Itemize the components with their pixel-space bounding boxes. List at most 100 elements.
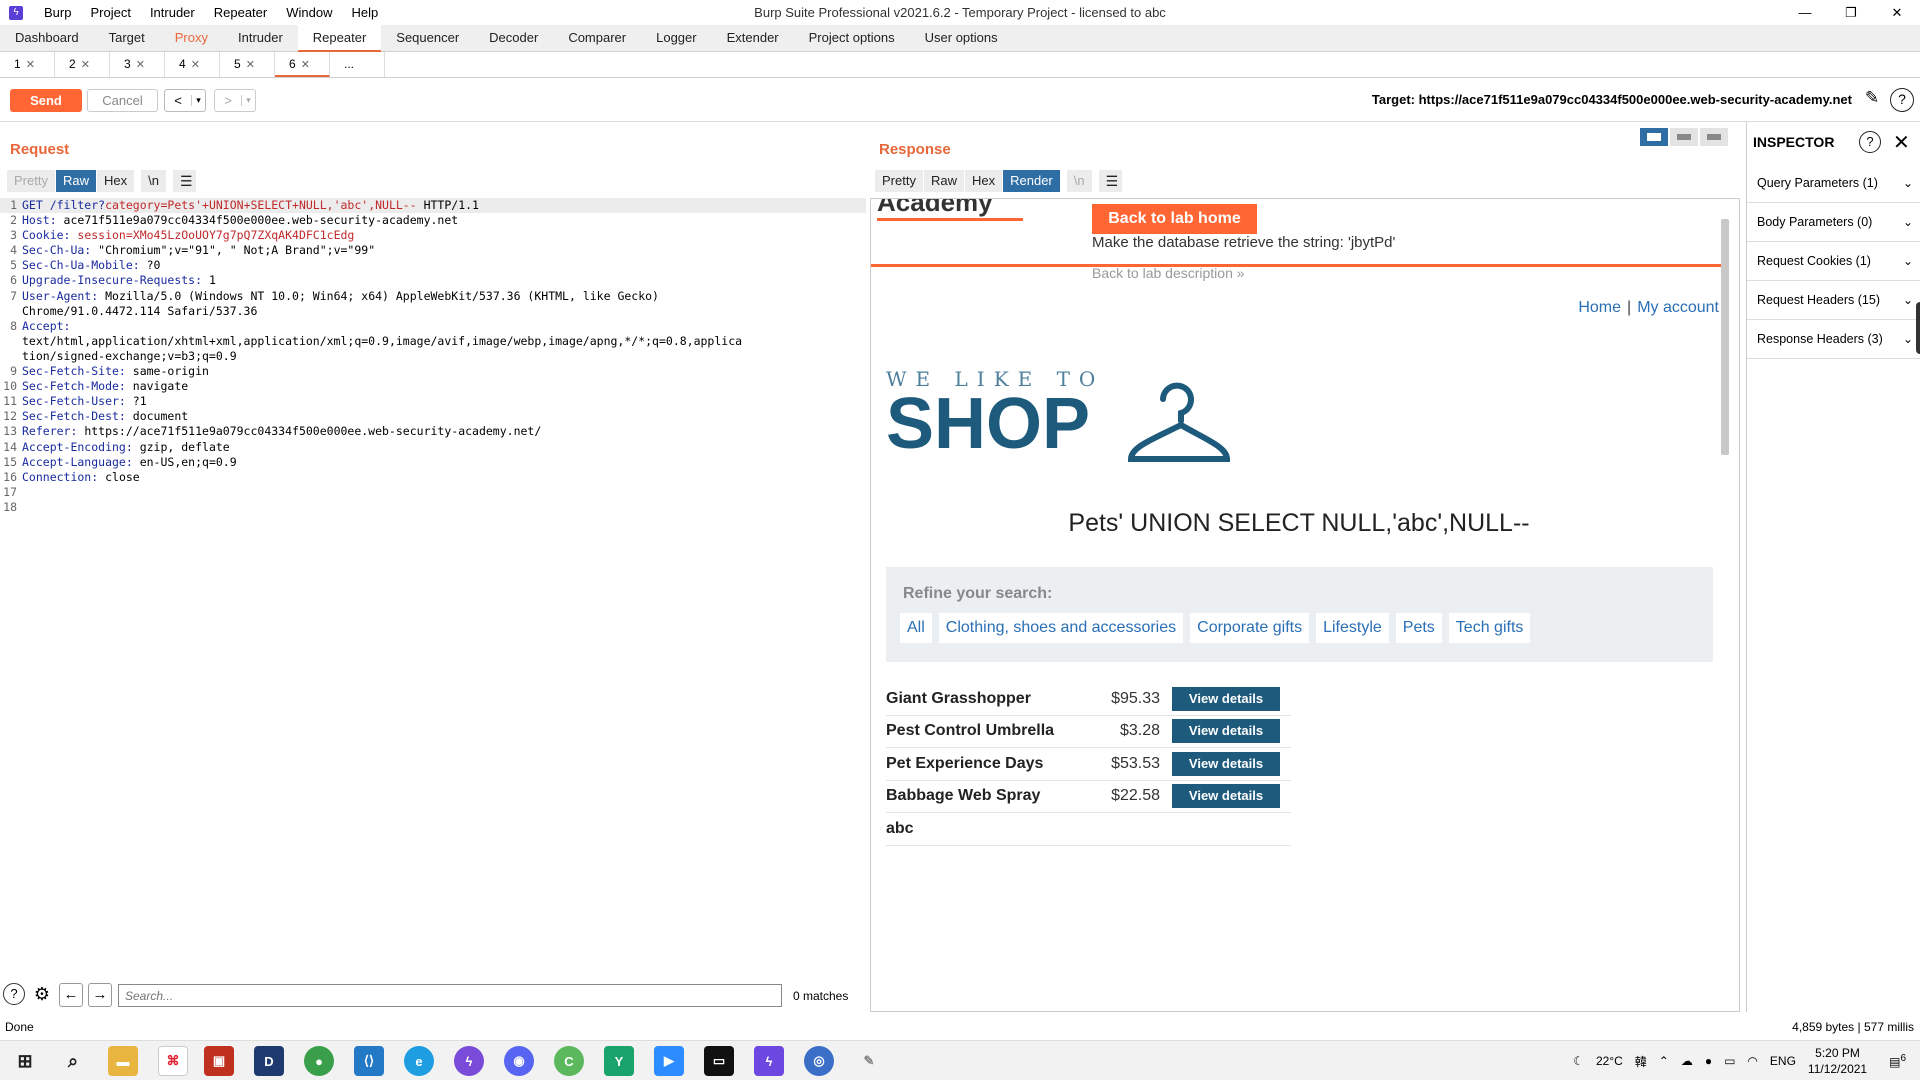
new-tab-button[interactable]: ... <box>330 52 385 77</box>
render-scrollbar[interactable] <box>1721 219 1729 455</box>
repeater-tab-5[interactable]: 5 ✕ <box>220 52 275 77</box>
view-details-button[interactable]: View details <box>1172 751 1280 776</box>
filter-clothing[interactable]: Clothing, shoes and accessories <box>938 613 1184 643</box>
inspector-request-headers[interactable]: Request Headers (15) ⌄ <box>1747 281 1920 320</box>
filter-tech-gifts[interactable]: Tech gifts <box>1448 613 1531 643</box>
help-icon[interactable]: ? <box>3 983 25 1005</box>
code-line[interactable]: Chrome/91.0.4472.114 Safari/537.36 <box>0 304 866 319</box>
layout-stacked-icon[interactable] <box>1670 128 1698 146</box>
hamburger-menu-icon[interactable]: ☰ <box>1098 170 1123 192</box>
close-tab-icon[interactable]: ✕ <box>301 59 310 71</box>
code-line[interactable]: 8 Accept: <box>0 319 866 334</box>
messenger-icon[interactable]: ϟ <box>454 1046 484 1076</box>
my-account-link[interactable]: My account <box>1637 299 1719 316</box>
code-line[interactable]: 1 GET /filter?category=Pets'+UNION+SELECT… <box>0 198 866 214</box>
code-line[interactable]: 7 User-Agent: Mozilla/5.0 (Windows NT 10.… <box>0 289 866 304</box>
app-icon[interactable]: Y <box>604 1046 634 1076</box>
app-icon[interactable]: ⌘ <box>158 1046 188 1076</box>
inspector-scrollbar[interactable] <box>1916 302 1920 354</box>
app-icon[interactable]: C <box>554 1046 584 1076</box>
response-tab-raw[interactable]: Raw <box>923 170 965 192</box>
back-to-lab-description-link[interactable]: Back to lab description » <box>1092 265 1245 281</box>
view-details-button[interactable]: View details <box>1172 719 1280 744</box>
tab-user-options[interactable]: User options <box>910 25 1013 51</box>
code-line[interactable]: 16 Connection: close <box>0 470 866 485</box>
pencil-icon[interactable]: ✎ <box>1860 88 1884 112</box>
request-tab-pretty[interactable]: Pretty <box>7 170 56 192</box>
filter-pets[interactable]: Pets <box>1395 613 1442 643</box>
code-line[interactable]: 2 Host: ace71f511e9a079cc04334f500e000ee.… <box>0 213 866 228</box>
tab-comparer[interactable]: Comparer <box>553 25 641 51</box>
chrome-icon[interactable]: ● <box>304 1046 334 1076</box>
vscode-icon[interactable]: ⟨⟩ <box>354 1046 384 1076</box>
help-icon[interactable]: ? <box>1859 131 1881 153</box>
notification-icon[interactable]: ▤6 <box>1889 1053 1906 1069</box>
tab-decoder[interactable]: Decoder <box>474 25 553 51</box>
menu-project[interactable]: Project <box>81 0 140 25</box>
code-line[interactable]: 9 Sec-Fetch-Site: same-origin <box>0 364 866 379</box>
edge-icon[interactable]: e <box>404 1046 434 1076</box>
tab-intruder[interactable]: Intruder <box>223 25 298 51</box>
chevron-down-icon[interactable]: ▾ <box>241 95 255 106</box>
inspector-body-parameters[interactable]: Body Parameters (0) ⌄ <box>1747 203 1920 242</box>
tab-sequencer[interactable]: Sequencer <box>381 25 474 51</box>
code-line[interactable]: text/html,application/xhtml+xml,applicat… <box>0 334 866 349</box>
clock[interactable]: 5:20 PM 11/12/2021 <box>1808 1045 1867 1077</box>
microphone-icon[interactable]: ● <box>1705 1054 1712 1068</box>
filter-lifestyle[interactable]: Lifestyle <box>1316 613 1389 643</box>
response-tab-render[interactable]: Render <box>1003 170 1061 192</box>
menu-window[interactable]: Window <box>277 0 342 25</box>
send-button[interactable]: Send <box>10 89 82 112</box>
close-window-icon[interactable]: ✕ <box>1874 0 1920 25</box>
close-icon[interactable]: ✕ <box>1893 130 1910 155</box>
tab-dashboard[interactable]: Dashboard <box>0 25 94 51</box>
terminal-icon[interactable]: ▭ <box>704 1046 734 1076</box>
code-line[interactable]: 11 Sec-Fetch-User: ?1 <box>0 394 866 409</box>
layout-side-by-side-icon[interactable] <box>1640 128 1668 146</box>
home-link[interactable]: Home <box>1578 299 1621 316</box>
inspector-query-parameters[interactable]: Query Parameters (1) ⌄ <box>1747 164 1920 203</box>
ime-indicator[interactable]: 韓 <box>1635 1053 1647 1070</box>
request-tab-hex[interactable]: Hex <box>96 170 136 192</box>
arrow-left-icon[interactable]: ← <box>59 983 83 1007</box>
chevron-down-icon[interactable]: ▾ <box>191 95 205 106</box>
tab-project-options[interactable]: Project options <box>794 25 910 51</box>
menu-help[interactable]: Help <box>342 0 388 25</box>
paint-icon[interactable]: ✎ <box>854 1046 884 1076</box>
request-tab-newline[interactable]: \n <box>141 170 167 192</box>
repeater-tab-4[interactable]: 4 ✕ <box>165 52 220 77</box>
app-icon[interactable]: ▣ <box>204 1046 234 1076</box>
code-line[interactable]: 14 Accept-Encoding: gzip, deflate <box>0 440 866 455</box>
code-line[interactable]: 5 Sec-Ch-Ua-Mobile: ?0 <box>0 258 866 273</box>
hamburger-menu-icon[interactable]: ☰ <box>172 170 197 192</box>
display-icon[interactable]: ▭ <box>1724 1054 1735 1068</box>
request-tab-raw[interactable]: Raw <box>55 170 97 192</box>
inspector-request-cookies[interactable]: Request Cookies (1) ⌄ <box>1747 242 1920 281</box>
response-tab-pretty[interactable]: Pretty <box>875 170 924 192</box>
chrome-icon[interactable]: ◎ <box>804 1046 834 1076</box>
arrow-right-icon[interactable]: → <box>88 983 112 1007</box>
help-icon[interactable]: ? <box>1890 88 1914 112</box>
close-tab-icon[interactable]: ✕ <box>246 59 255 71</box>
layout-tabs-icon[interactable] <box>1700 128 1728 146</box>
inspector-response-headers[interactable]: Response Headers (3) ⌄ <box>1747 320 1920 359</box>
history-back-button[interactable]: < ▾ <box>164 89 206 112</box>
code-line[interactable]: 10 Sec-Fetch-Mode: navigate <box>0 379 866 394</box>
search-input[interactable] <box>118 984 782 1007</box>
minimize-icon[interactable]: — <box>1782 0 1828 25</box>
close-tab-icon[interactable]: ✕ <box>136 59 145 71</box>
code-line[interactable]: 17 <box>0 485 866 500</box>
repeater-tab-3[interactable]: 3 ✕ <box>110 52 165 77</box>
tab-target[interactable]: Target <box>94 25 160 51</box>
repeater-tab-1[interactable]: 1 ✕ <box>0 52 55 77</box>
menu-burp[interactable]: Burp <box>35 0 81 25</box>
history-forward-button[interactable]: > ▾ <box>214 89 256 112</box>
gear-icon[interactable]: ⚙ <box>30 983 54 1007</box>
close-tab-icon[interactable]: ✕ <box>81 59 90 71</box>
view-details-button[interactable]: View details <box>1172 784 1280 809</box>
dev-icon[interactable]: D <box>254 1046 284 1076</box>
code-line[interactable]: 4 Sec-Ch-Ua: "Chromium";v="91", " Not;A B… <box>0 243 866 258</box>
menu-repeater[interactable]: Repeater <box>205 0 277 25</box>
language-indicator[interactable]: ENG <box>1770 1054 1796 1068</box>
tab-repeater[interactable]: Repeater <box>297 25 382 52</box>
